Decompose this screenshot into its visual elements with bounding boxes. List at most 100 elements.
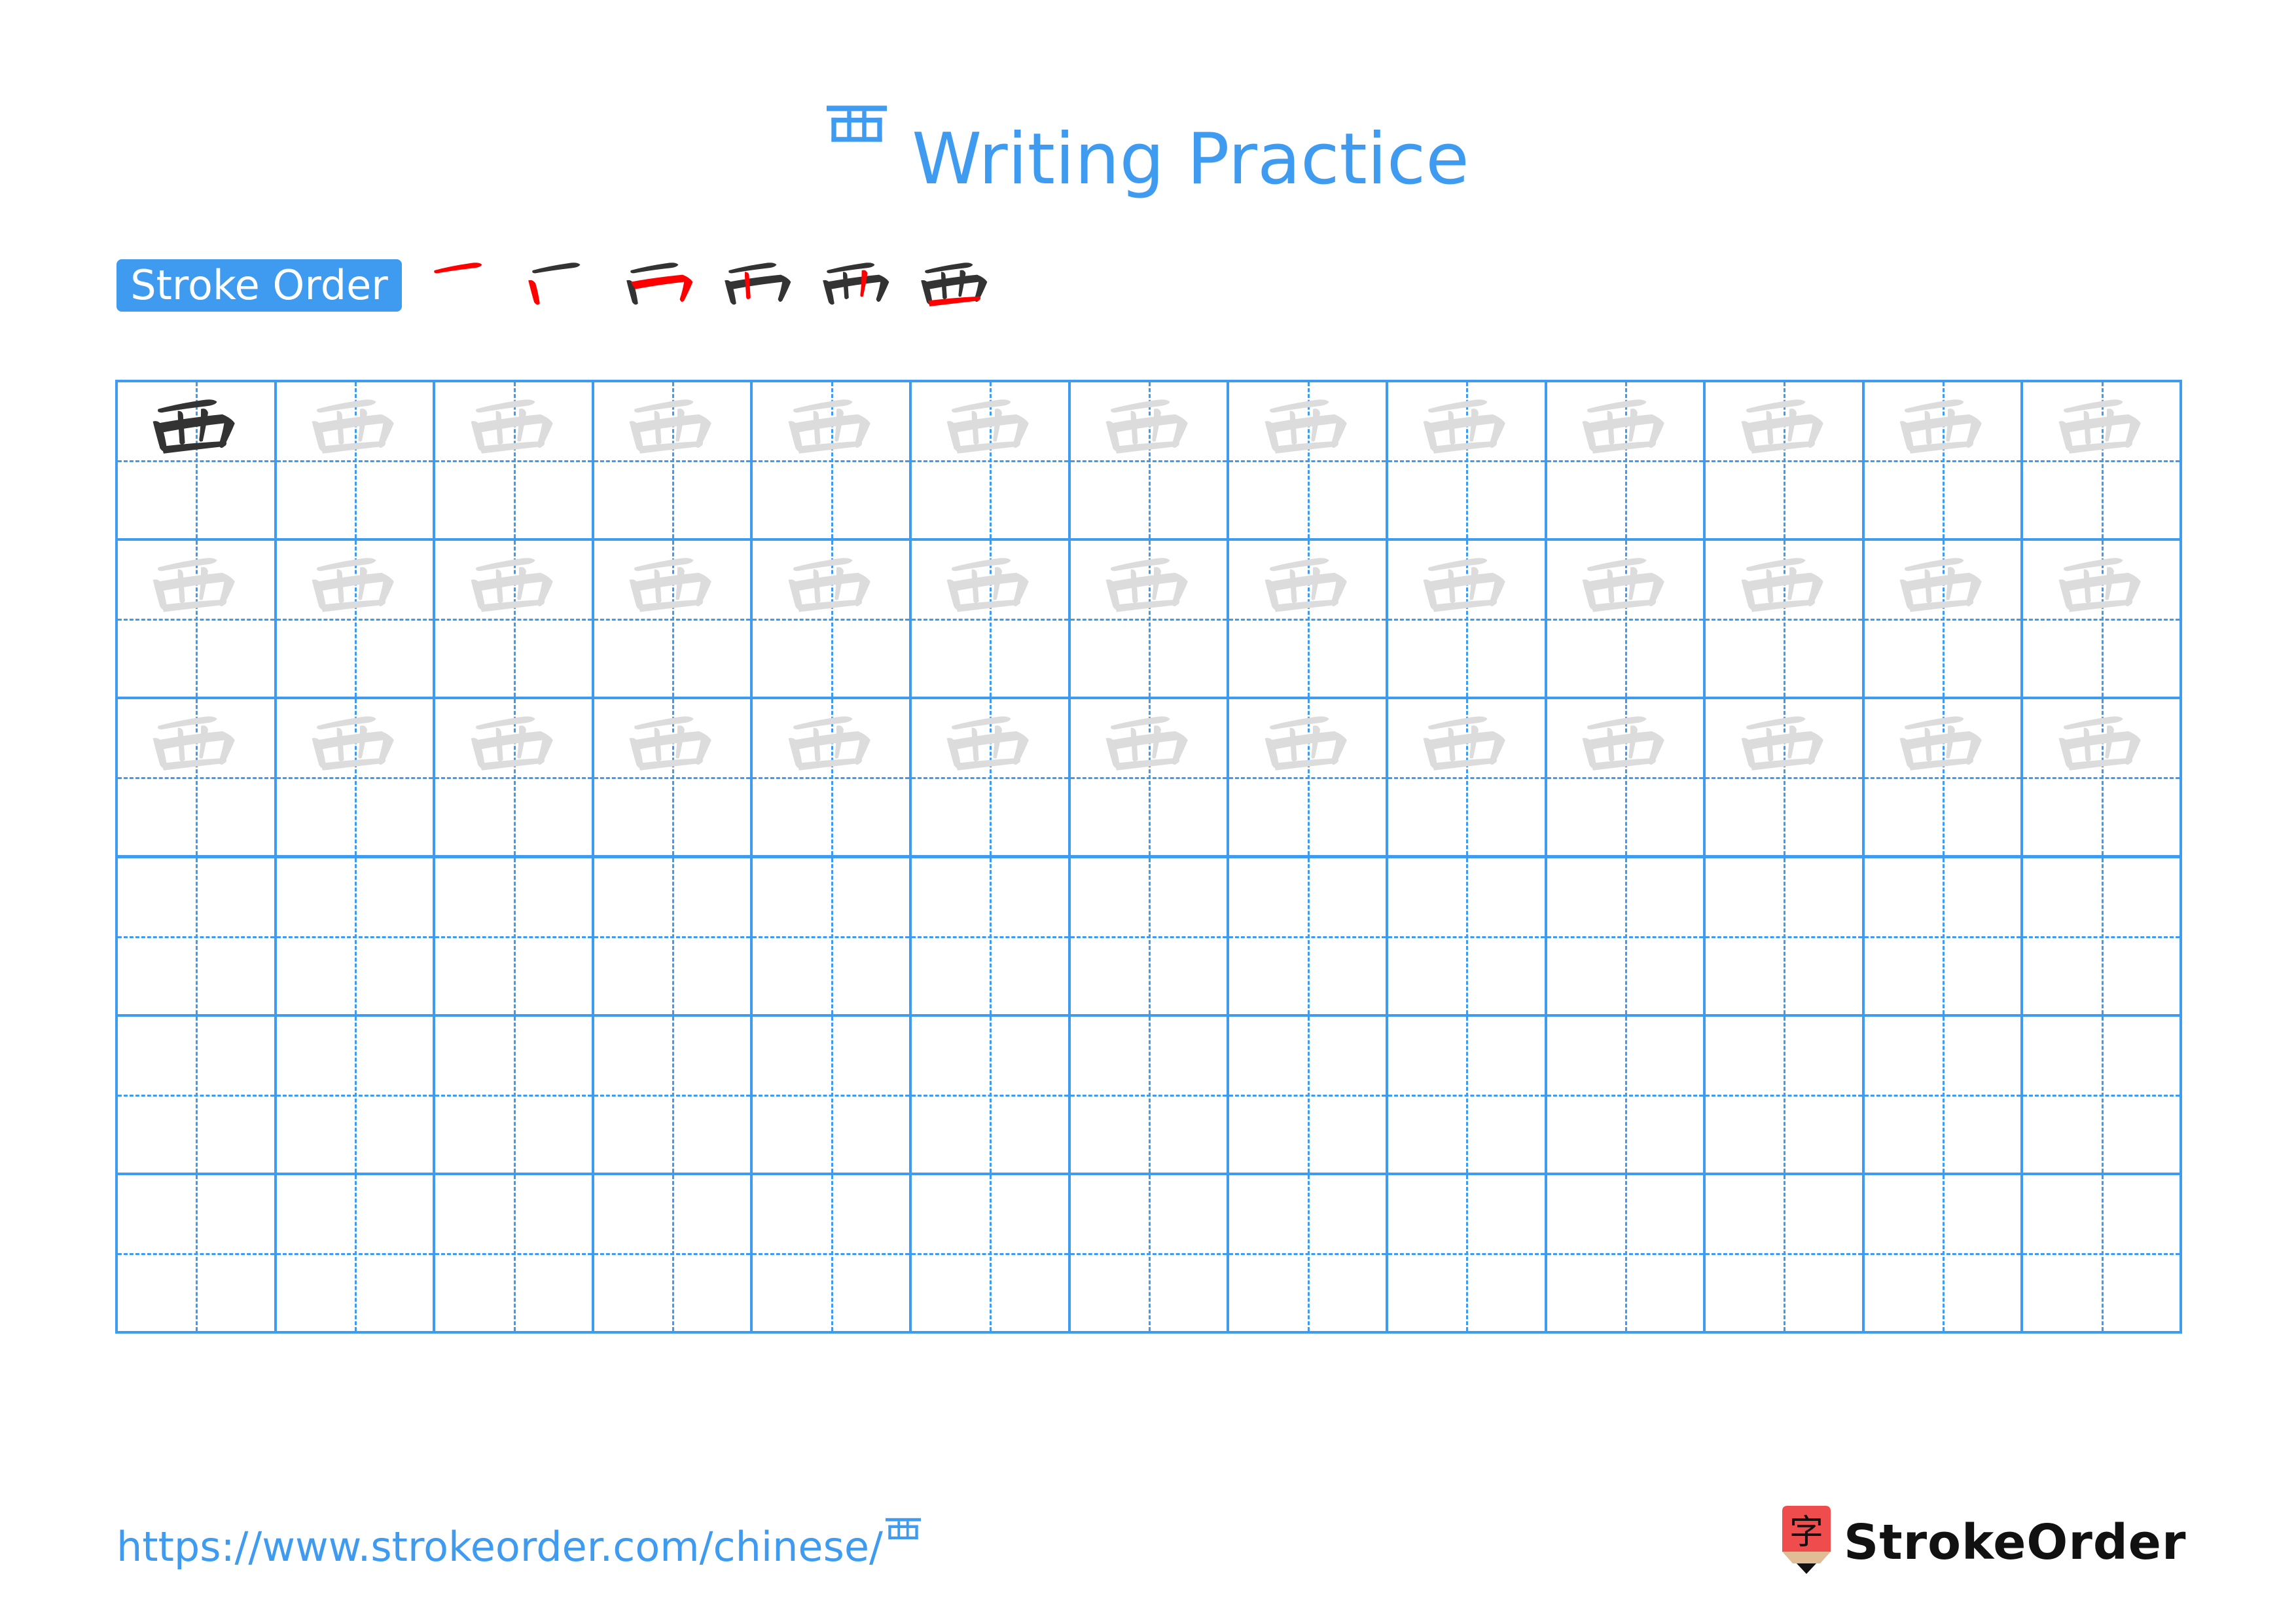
grid-cell[interactable]: [274, 1013, 436, 1175]
grid-cell[interactable]: [750, 697, 912, 858]
grid-cell[interactable]: [750, 538, 912, 700]
grid-cell[interactable]: [1861, 538, 2024, 700]
grid-cell[interactable]: [115, 1172, 277, 1334]
stroke-6: [797, 441, 862, 454]
grid-cell[interactable]: [1385, 538, 1547, 700]
grid-cell[interactable]: [750, 1013, 912, 1175]
grid-cell[interactable]: [591, 380, 753, 541]
grid-cell[interactable]: [1703, 380, 1865, 541]
logo-glyph: 字: [1789, 1513, 1823, 1552]
grid-cell[interactable]: [1703, 697, 1865, 858]
grid-cell[interactable]: [1544, 538, 1706, 700]
grid-cell[interactable]: [274, 697, 436, 858]
grid-cell[interactable]: [1385, 1013, 1547, 1175]
footer-url-link[interactable]: https://www.strokeorder.com/chinese/: [117, 1518, 921, 1573]
grid-cell[interactable]: [1544, 1172, 1706, 1334]
grid-cell[interactable]: [2020, 1013, 2182, 1175]
stroke-6: [162, 441, 227, 454]
grid-cell[interactable]: [1227, 1172, 1388, 1334]
trace-character: [775, 712, 888, 774]
grid-cell[interactable]: [2020, 855, 2182, 1017]
stroke-4: [178, 410, 185, 445]
grid-cell[interactable]: [591, 697, 753, 858]
grid-cell[interactable]: [1861, 1013, 2024, 1175]
grid-cell[interactable]: [1385, 855, 1547, 1017]
grid-cell[interactable]: [274, 538, 436, 700]
stroke-1: [1111, 558, 1170, 572]
grid-cell[interactable]: [1067, 538, 1230, 700]
grid-cell[interactable]: [1861, 697, 2024, 858]
grid-cell[interactable]: [115, 1013, 277, 1175]
grid-cell[interactable]: [1227, 697, 1388, 858]
grid-cell[interactable]: [433, 380, 594, 541]
grid-cell[interactable]: [433, 855, 594, 1017]
guide-line-vertical: [1624, 1175, 1627, 1331]
title-character-glyph: [827, 105, 888, 142]
grid-cell[interactable]: [1544, 697, 1706, 858]
grid-cell[interactable]: [1067, 697, 1230, 858]
grid-cell[interactable]: [909, 538, 1071, 700]
stroke-6: [956, 758, 1021, 771]
grid-cell[interactable]: [909, 1172, 1071, 1334]
grid-cell[interactable]: [1703, 855, 1865, 1017]
grid-cell[interactable]: [433, 697, 594, 858]
grid-cell[interactable]: [1703, 1013, 1865, 1175]
stroke-4: [1766, 569, 1774, 604]
grid-cell[interactable]: [1385, 1172, 1547, 1334]
grid-cell[interactable]: [1385, 380, 1547, 541]
grid-cell[interactable]: [1703, 1172, 1865, 1334]
grid-cell[interactable]: [1703, 538, 1865, 700]
grid-cell[interactable]: [115, 697, 277, 858]
grid-cell[interactable]: [1067, 855, 1230, 1017]
grid-cell[interactable]: [1385, 697, 1547, 858]
stroke-4: [2083, 410, 2091, 445]
grid-cell[interactable]: [1861, 1172, 2024, 1334]
grid-cell[interactable]: [274, 380, 436, 541]
stroke-1: [634, 399, 694, 413]
grid-cell[interactable]: [909, 697, 1071, 858]
grid-cell[interactable]: [433, 538, 594, 700]
trace-character: [298, 712, 411, 774]
grid-cell[interactable]: [274, 1172, 436, 1334]
grid-cell[interactable]: [1067, 1172, 1230, 1334]
grid-cell[interactable]: [591, 1013, 753, 1175]
grid-cell[interactable]: [1861, 855, 2024, 1017]
grid-cell[interactable]: [750, 380, 912, 541]
grid-cell[interactable]: [433, 1013, 594, 1175]
grid-cell[interactable]: [115, 855, 277, 1017]
trace-character: [1886, 712, 1999, 774]
grid-cell[interactable]: [750, 1172, 912, 1334]
stroke-1: [2063, 399, 2123, 413]
grid-cell[interactable]: [1067, 380, 1230, 541]
grid-cell[interactable]: [1861, 380, 2024, 541]
grid-cell[interactable]: [2020, 697, 2182, 858]
grid-cell[interactable]: [274, 855, 436, 1017]
grid-cell[interactable]: [909, 380, 1071, 541]
grid-cell[interactable]: [1227, 1013, 1388, 1175]
grid-cell[interactable]: [1067, 1013, 1230, 1175]
grid-cell[interactable]: [1227, 855, 1388, 1017]
grid-cell[interactable]: [1544, 1013, 1706, 1175]
grid-cell[interactable]: [591, 538, 753, 700]
grid-cell[interactable]: [909, 855, 1071, 1017]
grid-cell[interactable]: [750, 855, 912, 1017]
grid-cell[interactable]: [591, 1172, 753, 1334]
grid-cell[interactable]: [433, 1172, 594, 1334]
stroke-4: [745, 272, 751, 299]
grid-cell[interactable]: [115, 380, 277, 541]
stroke-2: [528, 280, 540, 305]
grid-cell[interactable]: [1227, 538, 1388, 700]
grid-cell[interactable]: [591, 855, 753, 1017]
stroke-4: [495, 410, 503, 445]
grid-cell[interactable]: [1227, 380, 1388, 541]
stroke-4: [813, 727, 821, 762]
trace-character: [1092, 395, 1205, 457]
grid-cell[interactable]: [2020, 1172, 2182, 1334]
grid-cell[interactable]: [115, 538, 277, 700]
grid-cell[interactable]: [2020, 380, 2182, 541]
trace-character: [1569, 553, 1681, 615]
grid-cell[interactable]: [1544, 855, 1706, 1017]
grid-cell[interactable]: [1544, 380, 1706, 541]
grid-cell[interactable]: [909, 1013, 1071, 1175]
grid-cell[interactable]: [2020, 538, 2182, 700]
